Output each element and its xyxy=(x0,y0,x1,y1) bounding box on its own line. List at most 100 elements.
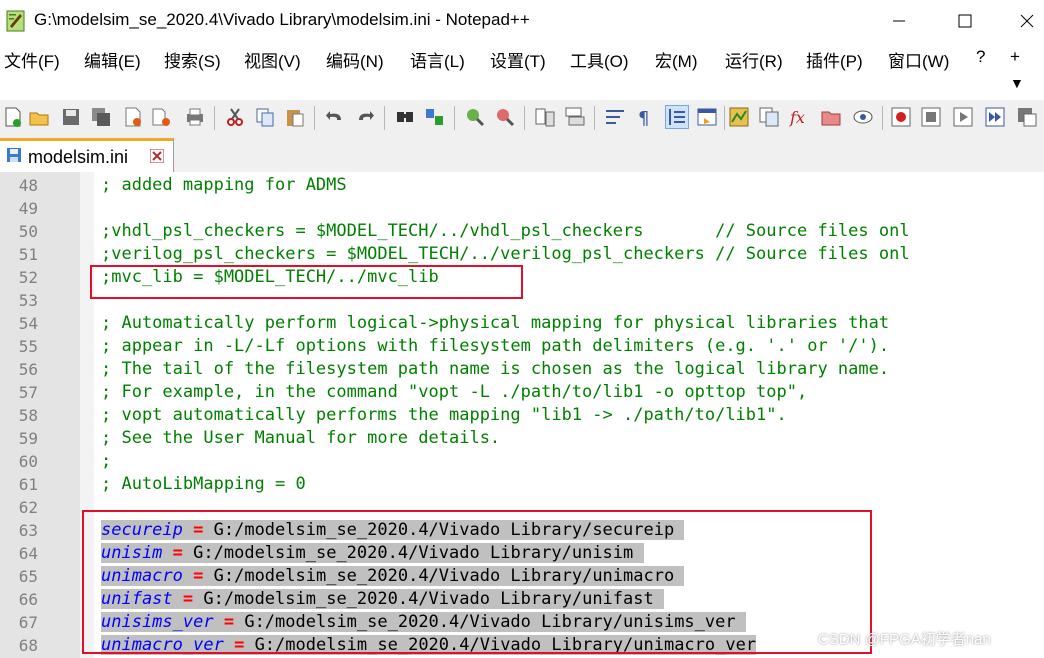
save-icon[interactable] xyxy=(60,106,82,128)
undo-icon[interactable] xyxy=(324,106,346,128)
menu-edit[interactable]: 编辑(E) xyxy=(84,47,141,72)
maximize-icon xyxy=(958,14,972,28)
save-macro-icon[interactable] xyxy=(1016,106,1038,128)
menu-overflow-chevron-icon[interactable]: ▼ xyxy=(1010,75,1024,91)
editor-area[interactable]: 48 49 50 51 52 53 54 55 56 57 58 59 60 61 62 63 64 65 66 67… xyxy=(0,172,1044,658)
replace-icon[interactable] xyxy=(424,106,446,128)
new-file-icon[interactable] xyxy=(2,106,24,128)
line-number: 68 xyxy=(18,636,38,655)
redo-icon[interactable] xyxy=(354,106,376,128)
code-line: ; vopt automatically performs the mappin… xyxy=(101,404,787,427)
doc-map-icon[interactable] xyxy=(728,106,750,128)
comment-text: ; See the User Manual for more details. xyxy=(101,428,501,448)
line-number: 49 xyxy=(18,199,38,218)
copy-icon[interactable] xyxy=(254,106,276,128)
close-window-button[interactable] xyxy=(1004,0,1044,42)
line-number: 50 xyxy=(18,222,38,241)
line-number: 65 xyxy=(18,567,38,586)
line-number: 57 xyxy=(18,383,38,402)
line-number: 53 xyxy=(18,291,38,310)
zoom-out-icon[interactable] xyxy=(494,106,516,128)
playback-icon[interactable] xyxy=(952,106,974,128)
highlight-box-mvc-lib xyxy=(90,265,523,299)
menu-run[interactable]: 运行(R) xyxy=(725,47,783,72)
title-bar: G:\modelsim_se_2020.4\Vivado Library\mod… xyxy=(0,0,1044,42)
cut-icon[interactable] xyxy=(224,106,246,128)
line-number: 58 xyxy=(18,406,38,425)
menu-encoding[interactable]: 编码(N) xyxy=(326,47,384,72)
stop-record-icon[interactable] xyxy=(920,106,942,128)
menu-view[interactable]: 视图(V) xyxy=(244,47,301,72)
menu-plugins[interactable]: 插件(P) xyxy=(806,47,863,72)
comment-text: ; Automatically perform logical->physica… xyxy=(101,313,890,333)
indent-guide-icon[interactable] xyxy=(665,105,689,129)
toolbar-separator xyxy=(524,106,525,130)
tab-label: modelsim.ini xyxy=(28,147,129,167)
menu-language[interactable]: 语言(L) xyxy=(410,47,465,72)
record-macro-icon[interactable] xyxy=(890,106,912,128)
monitoring-icon[interactable] xyxy=(852,106,874,128)
line-number: 62 xyxy=(18,498,38,517)
menu-settings[interactable]: 设置(T) xyxy=(490,47,546,72)
line-number: 67 xyxy=(18,613,38,632)
print-icon[interactable] xyxy=(184,106,206,128)
comment-text: ; vopt automatically performs the mappin… xyxy=(101,405,787,425)
minimize-button[interactable] xyxy=(876,0,922,42)
function-list-icon[interactable]: fx xyxy=(788,106,810,128)
saved-file-icon xyxy=(7,148,21,162)
menu-file[interactable]: 文件(F) xyxy=(4,47,60,72)
code-line: ; appear in -L/-Lf options with filesyst… xyxy=(101,335,889,358)
watermark: CSDN @FPGA初学者nan xyxy=(818,631,991,648)
svg-text:¶: ¶ xyxy=(638,108,649,128)
menu-tools[interactable]: 工具(O) xyxy=(570,47,629,72)
code-line: ; The tail of the filesystem path name i… xyxy=(101,358,889,381)
close-file-icon[interactable] xyxy=(122,106,144,128)
comment-text: ; added mapping for ADMS xyxy=(101,175,347,195)
line-number: 64 xyxy=(18,544,38,563)
user-language-icon[interactable] xyxy=(696,106,718,128)
svg-text:fx: fx xyxy=(789,108,805,127)
save-all-icon[interactable] xyxy=(90,106,112,128)
comment-text: ; For example, in the command "vopt -L .… xyxy=(101,382,808,402)
line-number: 63 xyxy=(18,521,38,540)
window-title: G:\modelsim_se_2020.4\Vivado Library\mod… xyxy=(34,10,530,29)
line-number: 61 xyxy=(18,475,38,494)
toolbar-separator xyxy=(454,106,455,130)
line-number: 51 xyxy=(18,245,38,264)
comment-text: ; appear in -L/-Lf options with filesyst… xyxy=(101,336,890,356)
code-line: ; See the User Manual for more details. xyxy=(101,427,500,450)
comment-text: ;vhdl_psl_checkers = $MODEL_TECH/../vhdl… xyxy=(101,221,910,241)
menu-add[interactable]: + xyxy=(1010,47,1020,67)
menu-bar: 文件(F) 编辑(E) 搜索(S) 视图(V) 编码(N) 语言(L) 设置(T… xyxy=(0,42,1044,100)
toolbar-separator xyxy=(384,106,385,130)
tab-close-icon[interactable] xyxy=(150,149,164,163)
code-line: ; AutoLibMapping = 0 xyxy=(101,473,306,496)
menu-help[interactable]: ? xyxy=(976,47,985,67)
word-wrap-icon[interactable] xyxy=(604,106,626,128)
close-icon xyxy=(1020,14,1034,28)
open-file-icon[interactable] xyxy=(28,106,50,128)
line-number: 48 xyxy=(18,176,38,195)
folder-workspace-icon[interactable] xyxy=(820,106,842,128)
zoom-in-icon[interactable] xyxy=(464,106,486,128)
toolbar: ¶ fx xyxy=(0,100,1044,136)
menu-macro[interactable]: 宏(M) xyxy=(655,47,697,72)
sync-vertical-icon[interactable] xyxy=(534,106,556,128)
code-line: ; Automatically perform logical->physica… xyxy=(101,312,889,335)
comment-text: ; xyxy=(101,451,112,471)
tab-modelsim-ini[interactable]: modelsim.ini xyxy=(0,138,174,172)
sync-horizontal-icon[interactable] xyxy=(564,106,586,128)
show-all-chars-icon[interactable]: ¶ xyxy=(634,106,656,128)
menu-window[interactable]: 窗口(W) xyxy=(888,47,949,72)
line-number: 55 xyxy=(18,337,38,356)
highlight-box-vivado-libraries xyxy=(82,510,872,654)
toolbar-separator xyxy=(882,106,883,130)
maximize-button[interactable] xyxy=(942,0,988,42)
doc-list-icon[interactable] xyxy=(758,106,780,128)
find-icon[interactable] xyxy=(394,106,416,128)
paste-icon[interactable] xyxy=(284,106,306,128)
code-line: ; added mapping for ADMS xyxy=(101,174,347,197)
run-macro-multiple-icon[interactable] xyxy=(984,106,1006,128)
menu-search[interactable]: 搜索(S) xyxy=(164,47,221,72)
close-all-icon[interactable] xyxy=(150,106,172,128)
